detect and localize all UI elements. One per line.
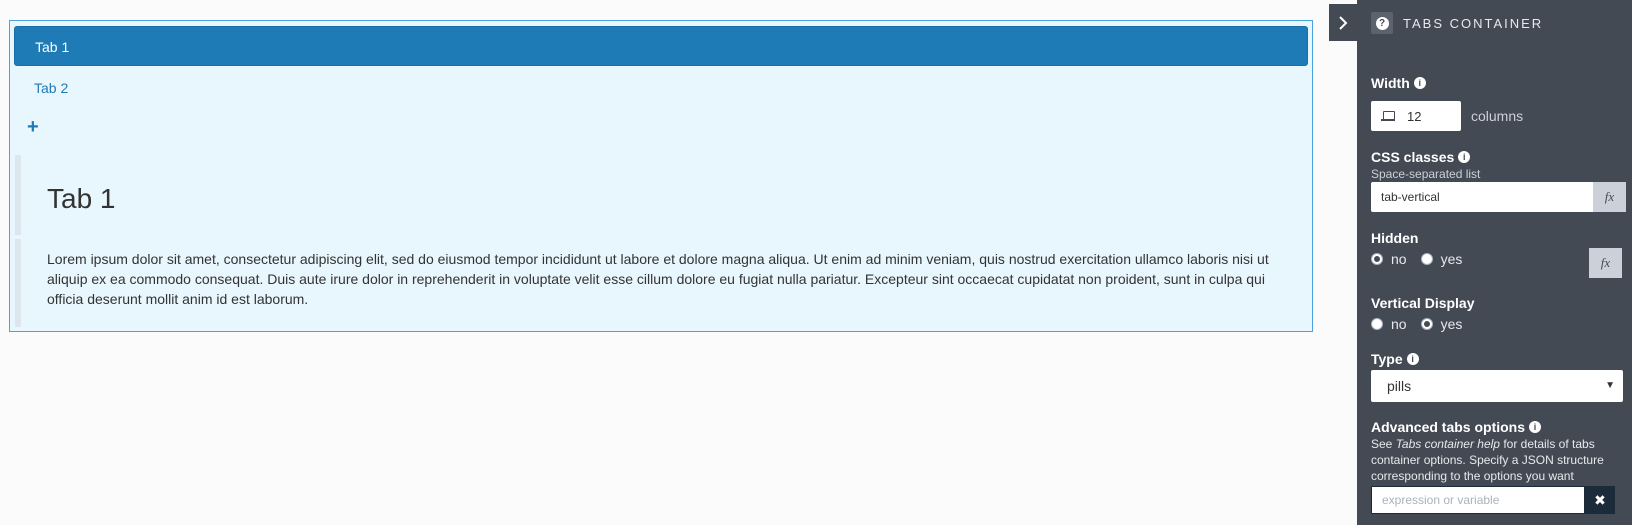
advanced-options-label: Advanced tabs options i — [1371, 419, 1542, 435]
pane-text: Lorem ipsum dolor sit amet, consectetur … — [47, 251, 1269, 307]
vertical-yes-radio[interactable] — [1420, 318, 1433, 330]
css-classes-input[interactable]: tab-vertical — [1371, 182, 1593, 212]
type-label: Type i — [1371, 351, 1419, 367]
laptop-icon — [1381, 111, 1395, 121]
hidden-label: Hidden — [1371, 230, 1419, 246]
panel-header: ? TABS CONTAINER — [1371, 12, 1543, 34]
hidden-no-label: no — [1391, 251, 1407, 267]
vertical-no-radio[interactable] — [1371, 318, 1383, 330]
css-classes-fx-button[interactable]: fx — [1593, 182, 1626, 212]
vertical-display-label: Vertical Display — [1371, 295, 1475, 311]
vertical-yes-label: yes — [1440, 316, 1463, 332]
css-classes-label: CSS classes i — [1371, 149, 1471, 165]
type-select-value: pills — [1387, 378, 1412, 394]
vertical-display-radio-group: no yes — [1371, 316, 1476, 332]
clear-icon[interactable]: ✖ — [1585, 486, 1615, 514]
tab-2[interactable]: Tab 2 — [14, 68, 1308, 108]
add-tab-icon[interactable]: + — [27, 117, 43, 137]
panel-title: TABS CONTAINER — [1403, 15, 1544, 31]
hidden-yes-radio[interactable] — [1420, 253, 1433, 265]
hidden-radio-group: no yes — [1371, 251, 1476, 267]
hidden-no-radio[interactable] — [1371, 253, 1383, 265]
type-select[interactable]: pills ▼ — [1371, 370, 1623, 402]
tab-pane: Tab 1 Lorem ipsum dolor sit amet, consec… — [15, 155, 1313, 327]
chevron-right-icon — [1339, 15, 1348, 30]
collapse-panel-button[interactable] — [1329, 4, 1357, 41]
hidden-yes-label: yes — [1440, 251, 1463, 267]
css-classes-hint: Space-separated list — [1371, 167, 1481, 181]
hidden-fx-button[interactable]: fx — [1589, 248, 1622, 278]
tabs-container[interactable]: Tab 1 Tab 2 + Tab 1 Lorem ipsum dolor si… — [9, 20, 1313, 332]
width-value: 12 — [1407, 108, 1422, 124]
vertical-no-label: no — [1391, 316, 1407, 332]
width-input[interactable]: 12 — [1371, 101, 1461, 131]
pane-divider — [15, 235, 21, 239]
expression-input[interactable]: expression or variable — [1371, 486, 1585, 514]
tab-1[interactable]: Tab 1 — [14, 26, 1308, 66]
tabs-help-link[interactable]: Tabs container help — [1396, 437, 1500, 451]
info-icon[interactable]: i — [1529, 421, 1542, 433]
advanced-options-description: See Tabs container help for details of t… — [1371, 437, 1604, 483]
pane-title: Tab 1 — [47, 183, 116, 214]
info-icon[interactable]: i — [1406, 353, 1419, 365]
help-icon[interactable]: ? — [1371, 12, 1393, 34]
properties-panel: ? TABS CONTAINER Width i 12 columns CSS c… — [1357, 0, 1632, 525]
info-icon[interactable]: i — [1458, 151, 1471, 163]
width-label: Width i — [1371, 75, 1426, 91]
info-icon[interactable]: i — [1413, 77, 1426, 89]
columns-unit-label: columns — [1471, 108, 1524, 124]
caret-down-icon: ▼ — [1605, 380, 1615, 391]
